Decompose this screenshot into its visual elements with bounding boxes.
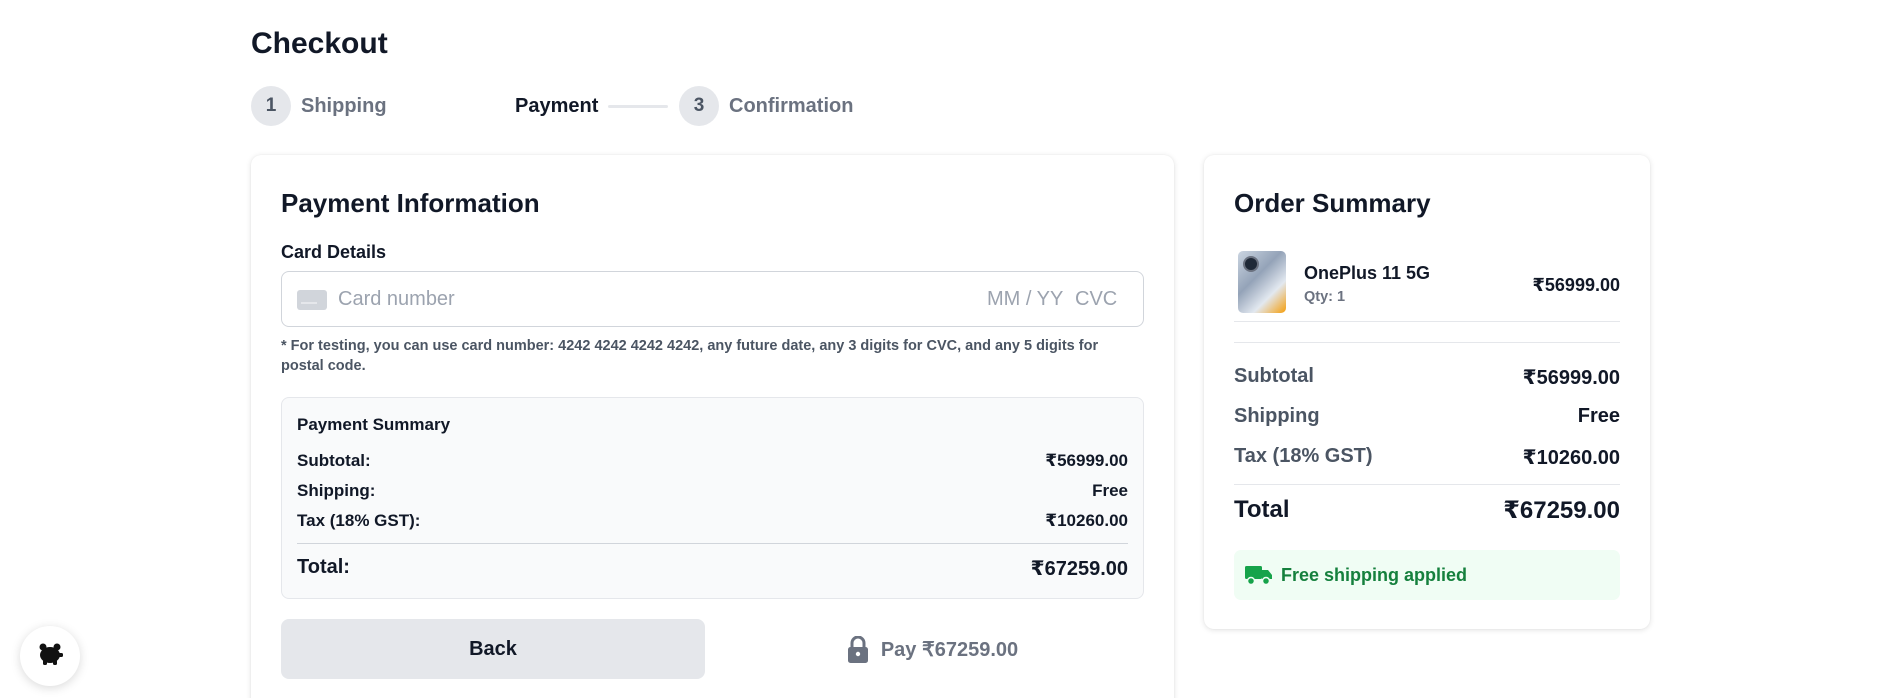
- payment-shipping-label: Shipping:: [297, 481, 376, 500]
- order-total-value: ₹67259.00: [1503, 497, 1620, 524]
- payment-total-row: Total: ₹67259.00: [297, 556, 1128, 580]
- card-details-label: Card Details: [281, 242, 387, 262]
- card-number-field[interactable]: Card number MM / YY CVC: [281, 271, 1144, 327]
- piggy-bank-icon: [36, 642, 64, 671]
- order-subtotal-value: ₹56999.00: [1522, 367, 1620, 389]
- camera-ring-icon: [1243, 256, 1259, 272]
- step-confirmation-label: Confirmation: [729, 95, 854, 117]
- payment-tax-row: Tax (18% GST): ₹10260.00: [297, 511, 1128, 535]
- order-subtotal-row: Subtotal ₹56999.00: [1234, 365, 1620, 391]
- payment-shipping-row: Shipping: Free: [297, 481, 1128, 505]
- order-tax-label: Tax (18% GST): [1234, 445, 1373, 467]
- step-shipping-label: Shipping: [301, 95, 387, 117]
- divider: [1234, 321, 1620, 322]
- payment-summary-divider: [297, 543, 1128, 544]
- payment-summary-title: Payment Summary: [297, 415, 451, 434]
- product-name: OnePlus 11 5G: [1304, 263, 1431, 283]
- truck-icon: [1245, 564, 1273, 586]
- cvc-input[interactable]: CVC: [1075, 288, 1117, 311]
- payment-information-card: Payment Information Card Details Card nu…: [251, 155, 1174, 698]
- product-qty: Qty: 1: [1304, 289, 1346, 305]
- order-total-row: Total ₹67259.00: [1234, 496, 1620, 524]
- floating-assistant-button[interactable]: [20, 626, 80, 686]
- payment-subtotal-row: Subtotal: ₹56999.00: [297, 451, 1128, 475]
- divider: [1234, 342, 1620, 343]
- payment-tax-value: ₹10260.00: [1045, 511, 1128, 530]
- order-subtotal-label: Subtotal: [1234, 365, 1314, 387]
- order-summary-heading: Order Summary: [1234, 188, 1431, 218]
- product-image: [1238, 251, 1286, 313]
- free-shipping-banner: Free shipping applied: [1234, 550, 1620, 600]
- payment-total-value: ₹67259.00: [1030, 558, 1128, 580]
- payment-shipping-value: Free: [1092, 481, 1128, 500]
- order-tax-row: Tax (18% GST) ₹10260.00: [1234, 445, 1620, 471]
- payment-subtotal-label: Subtotal:: [297, 451, 371, 470]
- divider: [1234, 484, 1620, 485]
- order-total-label: Total: [1234, 496, 1290, 523]
- free-shipping-text: Free shipping applied: [1281, 564, 1468, 585]
- step-payment-label: Payment: [515, 95, 599, 117]
- step-connector: [608, 105, 668, 108]
- product-price: ₹56999.00: [1532, 275, 1620, 295]
- step-3-circle: 3: [679, 86, 719, 126]
- payment-total-label: Total:: [297, 556, 350, 578]
- payment-tax-label: Tax (18% GST):: [297, 511, 421, 530]
- order-shipping-label: Shipping: [1234, 405, 1320, 427]
- expiry-input[interactable]: MM / YY: [987, 288, 1063, 311]
- pay-button-label: Pay ₹67259.00: [880, 638, 1019, 661]
- test-card-note: * For testing, you can use card number: …: [281, 338, 1099, 374]
- payment-subtotal-value: ₹56999.00: [1045, 451, 1128, 470]
- credit-card-icon: [297, 290, 327, 310]
- lock-icon: [847, 635, 869, 663]
- order-shipping-row: Shipping Free: [1234, 405, 1620, 431]
- pay-button[interactable]: Pay ₹67259.00: [721, 619, 1144, 679]
- payment-information-heading: Payment Information: [281, 188, 540, 218]
- order-shipping-value: Free: [1577, 405, 1620, 427]
- back-button[interactable]: Back: [281, 619, 705, 679]
- order-item: OnePlus 11 5G Qty: 1 ₹56999.00: [1234, 251, 1620, 321]
- payment-summary-box: Payment Summary Subtotal: ₹56999.00 Ship…: [281, 397, 1144, 599]
- step-1-circle: 1: [251, 86, 291, 126]
- order-tax-value: ₹10260.00: [1522, 447, 1620, 469]
- order-summary-card: Order Summary OnePlus 11 5G Qty: 1 ₹5699…: [1204, 155, 1650, 629]
- card-number-input[interactable]: Card number: [338, 288, 455, 311]
- page-title: Checkout: [251, 27, 388, 60]
